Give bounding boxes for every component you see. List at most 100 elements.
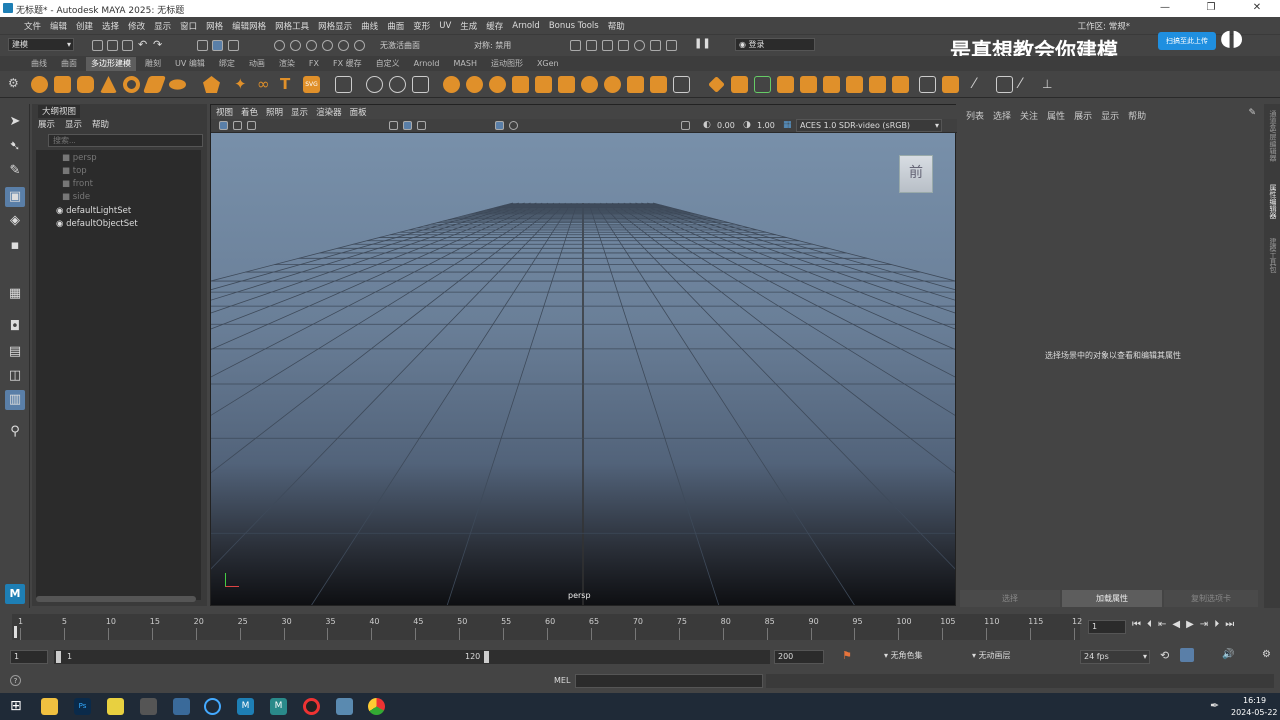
photoshop-icon[interactable]: Ps xyxy=(74,698,91,715)
move-tool-icon[interactable]: ▣ xyxy=(5,187,25,207)
shelf-tab-fx-caching[interactable]: FX 缓存 xyxy=(328,57,367,71)
search-app-icon[interactable] xyxy=(204,698,221,715)
shelf-tab-surfaces[interactable]: 曲面 xyxy=(56,57,82,71)
combine-icon[interactable] xyxy=(366,76,383,93)
camera-attributes-icon[interactable] xyxy=(233,121,242,130)
menu-edit-mesh[interactable]: 编辑网格 xyxy=(232,20,266,32)
measure-icon[interactable] xyxy=(996,76,1013,93)
wedge-icon[interactable] xyxy=(823,76,840,93)
open-scene-icon[interactable] xyxy=(107,40,118,51)
timeline-ruler[interactable]: 1 5 10 15 20 25 30 35 40 45 50 55 60 65 70 75 80 85 90 95 10… xyxy=(12,614,1082,640)
select-by-component-icon[interactable] xyxy=(228,40,239,51)
live-surface-label[interactable]: 无激活曲面 xyxy=(380,40,420,51)
outliner-item-side[interactable]: ■ side xyxy=(62,192,90,202)
viewport-3d-scene[interactable]: 前 persp xyxy=(211,133,955,605)
boolean-difference-icon[interactable] xyxy=(466,76,483,93)
snap-view-plane-icon[interactable] xyxy=(322,40,333,51)
app-icon[interactable] xyxy=(107,698,124,715)
textured-icon[interactable] xyxy=(417,121,426,130)
pause-icon[interactable]: ❚❚ xyxy=(694,38,711,49)
shelf-tab-arnold[interactable]: Arnold xyxy=(409,57,445,71)
menu-mesh-tools[interactable]: 网格工具 xyxy=(275,20,309,32)
side-tab-channel-box[interactable]: 通道盒/层编辑器 xyxy=(1266,110,1278,180)
menu-display[interactable]: 显示 xyxy=(154,20,171,32)
attr-menu-list[interactable]: 列表 xyxy=(966,109,984,122)
poly-plane-icon[interactable] xyxy=(142,76,167,93)
outliner-item-default-light-set[interactable]: ◉ defaultLightSet xyxy=(56,206,131,216)
arnold-ipr-icon[interactable] xyxy=(666,40,677,51)
attr-menu-help[interactable]: 帮助 xyxy=(1128,109,1146,122)
outliner-menu-display[interactable]: 显示 xyxy=(65,118,82,131)
shelf-tab-xgen[interactable]: XGen xyxy=(532,57,564,71)
circularize-icon[interactable] xyxy=(846,76,863,93)
shadows-icon[interactable] xyxy=(509,121,518,130)
outliner-search-input[interactable] xyxy=(48,134,203,147)
step-forward-icon[interactable]: ⏵ xyxy=(1214,619,1219,630)
color-space-dropdown[interactable]: ACES 1.0 SDR-video (sRGB) ▾ xyxy=(796,119,942,132)
undo-icon[interactable]: ↶ xyxy=(138,38,147,51)
svg-icon[interactable]: SVG xyxy=(303,76,320,93)
maximize-button[interactable]: ❐ xyxy=(1188,0,1234,17)
maya-taskbar-icon[interactable]: M xyxy=(237,698,254,715)
new-scene-icon[interactable] xyxy=(92,40,103,51)
insert-edge-loop-icon[interactable] xyxy=(754,76,771,93)
outliner-item-front[interactable]: ■ front xyxy=(62,179,93,189)
quad-layout-icon[interactable]: ▤ xyxy=(5,342,25,362)
separate-icon[interactable] xyxy=(389,76,406,93)
wireframe-icon[interactable] xyxy=(389,121,398,130)
menu-select[interactable]: 选择 xyxy=(102,20,119,32)
single-view-icon[interactable]: ▦ xyxy=(5,284,25,304)
attr-menu-show[interactable]: 展示 xyxy=(1074,109,1092,122)
current-frame-field[interactable]: 1 xyxy=(1088,620,1126,634)
range-handle-end[interactable] xyxy=(484,651,489,663)
menu-cache[interactable]: 缓存 xyxy=(486,20,503,32)
attr-load-attributes-button[interactable]: 加载属性 xyxy=(1062,590,1162,607)
poly-platonic-icon[interactable] xyxy=(203,76,220,93)
attr-menu-display[interactable]: 显示 xyxy=(1101,109,1119,122)
go-to-start-icon[interactable]: ⏮ xyxy=(1132,619,1141,630)
redo-icon[interactable]: ↷ xyxy=(153,38,162,51)
viewcube[interactable]: 前 xyxy=(899,155,933,193)
attr-copy-tab-button[interactable]: 复制选项卡 xyxy=(1164,590,1258,607)
poly-cylinder-icon[interactable] xyxy=(77,76,94,93)
color-management-icon[interactable]: ▦ xyxy=(783,120,792,130)
poke-icon[interactable] xyxy=(800,76,817,93)
side-tab-attribute-editor[interactable]: 属性编辑器 xyxy=(1266,184,1278,234)
anim-layer-dropdown[interactable]: ▾ 无动画层 xyxy=(972,650,1052,664)
outliner-item-default-object-set[interactable]: ◉ defaultObjectSet xyxy=(56,219,138,229)
scene-end-field[interactable]: 200 xyxy=(774,650,824,664)
soft-select-icon[interactable]: ⁄ xyxy=(1019,76,1036,93)
step-back-key-icon[interactable]: ⇤ xyxy=(1158,619,1166,630)
maya-taskbar-icon-2[interactable]: M xyxy=(270,698,287,715)
attr-select-button[interactable]: 选择 xyxy=(960,590,1060,607)
menu-bonus-tools[interactable]: Bonus Tools xyxy=(549,21,599,31)
menu-mesh[interactable]: 网格 xyxy=(206,20,223,32)
menu-edit[interactable]: 编辑 xyxy=(50,20,67,32)
attr-menu-attributes[interactable]: 属性 xyxy=(1047,109,1065,122)
menu-window[interactable]: 窗口 xyxy=(180,20,197,32)
calculator-icon[interactable] xyxy=(140,698,157,715)
vp-menu-lighting[interactable]: 照明 xyxy=(266,106,283,118)
cache-playback-icon[interactable] xyxy=(1180,648,1194,662)
character-set-dropdown[interactable]: ▾ 无角色集 xyxy=(884,650,964,664)
select-by-object-icon[interactable] xyxy=(212,40,223,51)
time-slider[interactable]: 1 5 10 15 20 25 30 35 40 45 50 55 60 65 70 75 80 85 90 95 10… xyxy=(0,612,1280,644)
windows-start-icon[interactable]: ⊞ xyxy=(10,698,27,715)
gamma-value[interactable]: 1.00 xyxy=(757,121,775,130)
vp-menu-view[interactable]: 视图 xyxy=(216,106,233,118)
poly-type-icon[interactable]: T xyxy=(280,76,297,93)
shelf-tab-fx[interactable]: FX xyxy=(304,57,324,71)
pin-icon[interactable]: ✎ xyxy=(1248,108,1256,118)
select-camera-icon[interactable] xyxy=(219,121,228,130)
login-dropdown[interactable]: ◉ 登录 xyxy=(735,38,815,51)
go-to-end-icon[interactable]: ⏭ xyxy=(1225,619,1234,630)
scale-tool-icon[interactable]: ▪ xyxy=(5,236,25,256)
side-tab-modeling-toolkit[interactable]: 建模工具包 xyxy=(1266,238,1278,288)
command-input[interactable] xyxy=(575,674,763,688)
shelf-tab-animation[interactable]: 动画 xyxy=(244,57,270,71)
play-forwards-icon[interactable]: ▶ xyxy=(1186,619,1194,630)
bookmark-icon[interactable] xyxy=(247,121,256,130)
render-frame-icon[interactable] xyxy=(570,40,581,51)
quad-draw-icon[interactable] xyxy=(731,76,748,93)
menu-generate[interactable]: 生成 xyxy=(460,20,477,32)
